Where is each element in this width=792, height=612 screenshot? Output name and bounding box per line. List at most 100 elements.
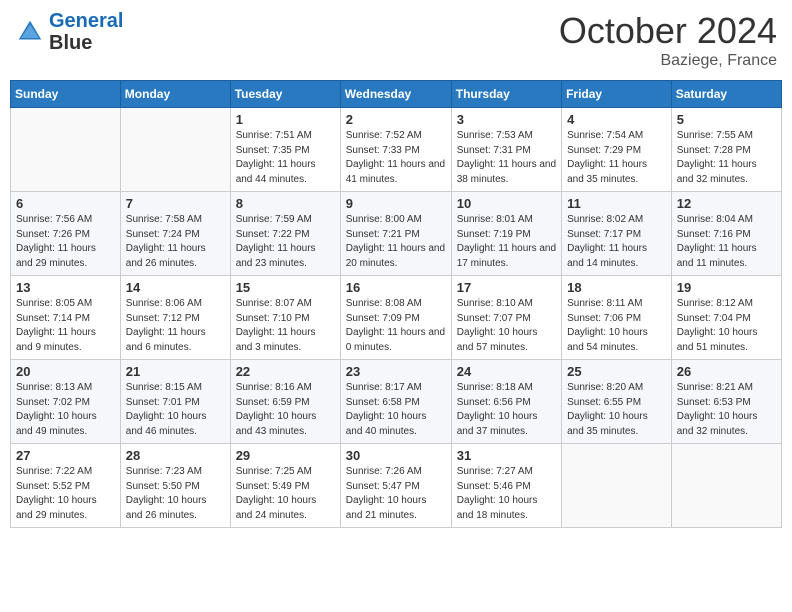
day-info: Sunrise: 7:58 AMSunset: 7:24 PMDaylight:… — [126, 213, 225, 271]
location: Baziege, France — [559, 52, 777, 70]
weekday-header: Friday — [562, 81, 672, 108]
weekday-header: Saturday — [671, 81, 781, 108]
day-info: Sunrise: 7:54 AMSunset: 7:29 PMDaylight:… — [567, 129, 666, 187]
day-info: Sunrise: 8:05 AMSunset: 7:14 PMDaylight:… — [16, 297, 115, 355]
day-info: Sunrise: 8:17 AMSunset: 6:58 PMDaylight:… — [346, 381, 446, 439]
calendar-cell: 9 Sunrise: 8:00 AMSunset: 7:21 PMDaylight… — [340, 192, 451, 276]
day-number: 10 — [457, 196, 556, 211]
calendar-cell: 24 Sunrise: 8:18 AMSunset: 6:56 PMDayligh… — [451, 360, 561, 444]
calendar-cell: 25Sunrise: 8:20 AMSunset: 6:55 PMDayligh… — [562, 360, 672, 444]
calendar-cell: 28 Sunrise: 7:23 AMSunset: 5:50 PMDayligh… — [120, 444, 230, 528]
day-number: 6 — [16, 196, 115, 211]
day-number: 15 — [236, 280, 335, 295]
day-info: Sunrise: 7:55 AMSunset: 7:28 PMDaylight:… — [677, 129, 776, 187]
month-title: October 2024 — [559, 10, 777, 52]
day-number: 20 — [16, 364, 115, 379]
day-info: Sunrise: 7:27 AMSunset: 5:46 PMDaylight:… — [457, 465, 556, 523]
calendar-cell: 8 Sunrise: 7:59 AMSunset: 7:22 PMDaylight… — [230, 192, 340, 276]
calendar-cell: 15 Sunrise: 8:07 AMSunset: 7:10 PMDayligh… — [230, 276, 340, 360]
day-info: Sunrise: 7:51 AMSunset: 7:35 PMDaylight:… — [236, 129, 335, 187]
day-info: Sunrise: 8:18 AMSunset: 6:56 PMDaylight:… — [457, 381, 556, 439]
weekday-header: Tuesday — [230, 81, 340, 108]
calendar-cell: 21 Sunrise: 8:15 AMSunset: 7:01 PMDayligh… — [120, 360, 230, 444]
calendar-cell: 16 Sunrise: 8:08 AMSunset: 7:09 PMDayligh… — [340, 276, 451, 360]
calendar-cell: 22Sunrise: 8:16 AMSunset: 6:59 PMDayligh… — [230, 360, 340, 444]
calendar-table: SundayMondayTuesdayWednesdayThursdayFrid… — [10, 80, 782, 528]
day-info: Sunrise: 8:01 AMSunset: 7:19 PMDaylight:… — [457, 213, 556, 271]
calendar-cell: 13 Sunrise: 8:05 AMSunset: 7:14 PMDayligh… — [11, 276, 121, 360]
calendar-week-row: 27 Sunrise: 7:22 AMSunset: 5:52 PMDayligh… — [11, 444, 782, 528]
day-number: 27 — [16, 448, 115, 463]
day-info: Sunrise: 8:02 AMSunset: 7:17 PMDaylight:… — [567, 213, 666, 271]
calendar-cell: 4Sunrise: 7:54 AMSunset: 7:29 PMDaylight… — [562, 108, 672, 192]
calendar-cell — [11, 108, 121, 192]
calendar-cell: 14Sunrise: 8:06 AMSunset: 7:12 PMDayligh… — [120, 276, 230, 360]
page-header: General Blue October 2024 Baziege, Franc… — [10, 10, 782, 70]
day-number: 30 — [346, 448, 446, 463]
day-info: Sunrise: 8:15 AMSunset: 7:01 PMDaylight:… — [126, 381, 225, 439]
day-info: Sunrise: 7:26 AMSunset: 5:47 PMDaylight:… — [346, 465, 446, 523]
calendar-cell: 7 Sunrise: 7:58 AMSunset: 7:24 PMDaylight… — [120, 192, 230, 276]
day-info: Sunrise: 7:52 AMSunset: 7:33 PMDaylight:… — [346, 129, 446, 187]
calendar-cell — [562, 444, 672, 528]
day-number: 14 — [126, 280, 225, 295]
day-info: Sunrise: 7:53 AMSunset: 7:31 PMDaylight:… — [457, 129, 556, 187]
logo-line2: Blue — [49, 32, 123, 54]
calendar-cell — [671, 444, 781, 528]
day-info: Sunrise: 7:22 AMSunset: 5:52 PMDaylight:… — [16, 465, 115, 523]
calendar-week-row: 1Sunrise: 7:51 AMSunset: 7:35 PMDaylight… — [11, 108, 782, 192]
calendar-cell: 1Sunrise: 7:51 AMSunset: 7:35 PMDaylight… — [230, 108, 340, 192]
calendar-cell: 11 Sunrise: 8:02 AMSunset: 7:17 PMDayligh… — [562, 192, 672, 276]
day-number: 31 — [457, 448, 556, 463]
day-info: Sunrise: 8:12 AMSunset: 7:04 PMDaylight:… — [677, 297, 776, 355]
calendar-body: 1Sunrise: 7:51 AMSunset: 7:35 PMDaylight… — [11, 108, 782, 528]
calendar-cell: 2Sunrise: 7:52 AMSunset: 7:33 PMDaylight… — [340, 108, 451, 192]
calendar-cell: 18 Sunrise: 8:11 AMSunset: 7:06 PMDayligh… — [562, 276, 672, 360]
logo-icon — [15, 17, 45, 47]
day-info: Sunrise: 8:00 AMSunset: 7:21 PMDaylight:… — [346, 213, 446, 271]
weekday-header: Thursday — [451, 81, 561, 108]
calendar-cell: 27 Sunrise: 7:22 AMSunset: 5:52 PMDayligh… — [11, 444, 121, 528]
calendar-header: SundayMondayTuesdayWednesdayThursdayFrid… — [11, 81, 782, 108]
day-number: 9 — [346, 196, 446, 211]
logo: General Blue — [15, 10, 123, 54]
day-number: 8 — [236, 196, 335, 211]
day-number: 26 — [677, 364, 776, 379]
day-number: 28 — [126, 448, 225, 463]
day-number: 7 — [126, 196, 225, 211]
day-info: Sunrise: 8:08 AMSunset: 7:09 PMDaylight:… — [346, 297, 446, 355]
logo-text: General Blue — [49, 10, 123, 54]
day-info: Sunrise: 8:13 AMSunset: 7:02 PMDaylight:… — [16, 381, 115, 439]
day-info: Sunrise: 7:23 AMSunset: 5:50 PMDaylight:… — [126, 465, 225, 523]
day-number: 24 — [457, 364, 556, 379]
weekday-header: Sunday — [11, 81, 121, 108]
calendar-cell: 19 Sunrise: 8:12 AMSunset: 7:04 PMDayligh… — [671, 276, 781, 360]
day-number: 19 — [677, 280, 776, 295]
day-number: 17 — [457, 280, 556, 295]
day-info: Sunrise: 8:07 AMSunset: 7:10 PMDaylight:… — [236, 297, 335, 355]
day-number: 11 — [567, 196, 666, 211]
calendar-cell: 10 Sunrise: 8:01 AMSunset: 7:19 PMDayligh… — [451, 192, 561, 276]
day-info: Sunrise: 8:11 AMSunset: 7:06 PMDaylight:… — [567, 297, 666, 355]
calendar-week-row: 20 Sunrise: 8:13 AMSunset: 7:02 PMDayligh… — [11, 360, 782, 444]
day-number: 23 — [346, 364, 446, 379]
day-number: 18 — [567, 280, 666, 295]
day-number: 21 — [126, 364, 225, 379]
day-info: Sunrise: 8:10 AMSunset: 7:07 PMDaylight:… — [457, 297, 556, 355]
calendar-cell: 5 Sunrise: 7:55 AMSunset: 7:28 PMDaylight… — [671, 108, 781, 192]
day-number: 5 — [677, 112, 776, 127]
day-number: 13 — [16, 280, 115, 295]
day-info: Sunrise: 7:59 AMSunset: 7:22 PMDaylight:… — [236, 213, 335, 271]
weekday-header: Wednesday — [340, 81, 451, 108]
day-info: Sunrise: 8:21 AMSunset: 6:53 PMDaylight:… — [677, 381, 776, 439]
day-number: 16 — [346, 280, 446, 295]
calendar-cell: 6 Sunrise: 7:56 AMSunset: 7:26 PMDaylight… — [11, 192, 121, 276]
title-block: October 2024 Baziege, France — [559, 10, 777, 70]
calendar-cell: 31 Sunrise: 7:27 AMSunset: 5:46 PMDayligh… — [451, 444, 561, 528]
day-info: Sunrise: 7:56 AMSunset: 7:26 PMDaylight:… — [16, 213, 115, 271]
day-info: Sunrise: 8:16 AMSunset: 6:59 PMDaylight:… — [236, 381, 335, 439]
calendar-cell: 29Sunrise: 7:25 AMSunset: 5:49 PMDayligh… — [230, 444, 340, 528]
day-info: Sunrise: 8:04 AMSunset: 7:16 PMDaylight:… — [677, 213, 776, 271]
calendar-cell: 30 Sunrise: 7:26 AMSunset: 5:47 PMDayligh… — [340, 444, 451, 528]
day-number: 25 — [567, 364, 666, 379]
